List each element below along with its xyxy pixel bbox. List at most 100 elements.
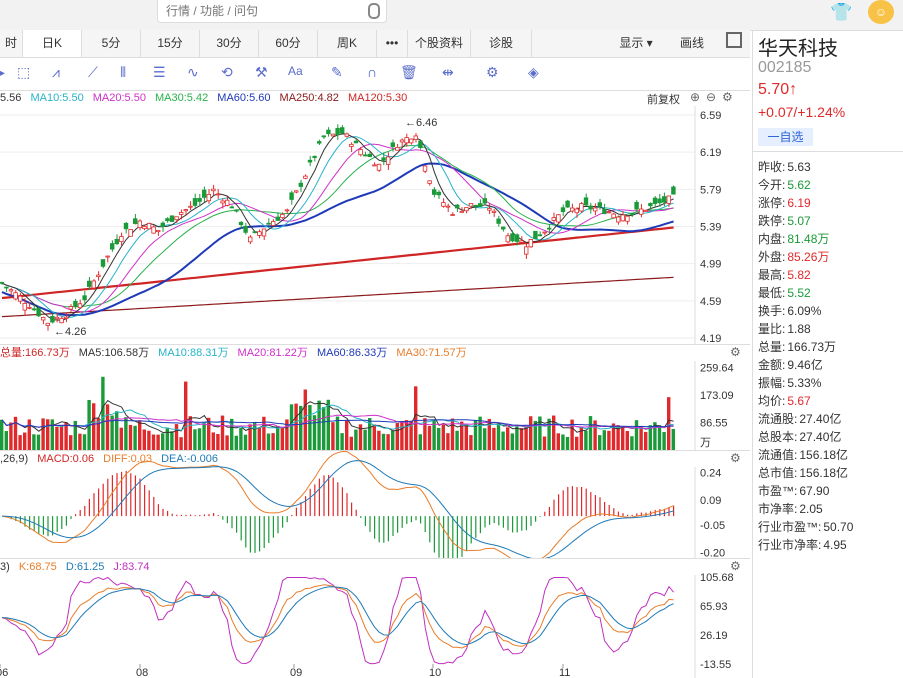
candle [284,209,290,212]
quote-value: 27.40亿 [799,430,842,444]
settings-icon[interactable]: ⚙ [486,64,499,81]
candle [344,133,349,137]
drawing-menu[interactable]: 画线 [664,30,720,57]
volume-chart[interactable]: 259.64 173.09 86.55 万 [0,345,750,450]
volume-bar [391,430,395,450]
rect-tool-icon[interactable]: ⬚ [17,64,30,81]
quote-label: 振幅: [758,376,786,390]
quote-row: 均价: 5.67 [758,392,811,409]
candle [68,306,73,310]
tab-8[interactable]: 个股资料 [408,30,471,57]
ma10-line [1,136,674,319]
kdj-chart[interactable]: 105.68 65.93 26.19 -13.55 06 08 09 10 11 [0,559,750,678]
pen-tool-icon[interactable]: ✎ [331,64,343,81]
candle [87,280,92,287]
cycle-tool-icon[interactable]: ⟲ [221,64,233,81]
candle [616,216,621,223]
volume-bar [565,436,570,450]
candle [188,205,193,208]
quote-row: 行业市净率: 4.95 [758,536,847,553]
macd-chart[interactable]: 0.24 0.09 -0.05 -0.20 [0,451,750,558]
trash-icon[interactable]: 🗑 [400,64,418,81]
quote-row: 市净率: 2.05 [758,500,823,517]
tab-5[interactable]: 60分 [259,30,318,57]
candle [330,133,336,137]
fib-tool-icon[interactable]: ☰ [153,64,166,81]
candle [657,198,662,204]
volume-bar [294,403,298,450]
volume-bar [381,433,386,450]
quote-row: 行业市盈™: 50.70 [758,518,853,535]
candle [303,175,308,179]
tab-6[interactable]: 周K [318,30,377,57]
candlestick-chart[interactable]: 6.59 6.19 5.79 5.39 4.99 4.59 4.19 ←6.46 ←4.26 [0,90,750,344]
volume-tick-label: 173.09 [700,390,734,402]
microphone-icon[interactable] [368,3,380,19]
magnet-icon[interactable]: ∩ [367,64,377,80]
add-watchlist-button[interactable]: 一自选 [758,128,813,146]
volume-bar [547,418,551,450]
tab-4[interactable]: 30分 [200,30,259,57]
candle [100,259,106,267]
ma5-line [1,133,674,321]
stock-name: 华天科技 [758,38,838,60]
volume-bar [529,416,533,450]
skin-icon[interactable]: 👕 [830,2,852,23]
tab-1[interactable]: 日K [23,30,82,57]
text-tool-icon[interactable]: Aa [288,64,303,78]
candle [404,137,409,144]
volume-bar [455,430,459,450]
candle [146,223,152,230]
search-input[interactable] [164,0,368,22]
volume-bar [128,424,133,450]
volume-bar [496,423,501,450]
avatar[interactable]: ☺ [868,0,894,24]
candle [275,216,280,221]
month-label: 10 [429,667,441,678]
candle [482,198,487,204]
channel-tool-icon[interactable]: ⦀ [120,64,126,81]
tab-9[interactable]: 诊股 [471,30,532,57]
cursor-icon[interactable]: ▸ [0,64,5,81]
panel-toggle-icon[interactable] [726,32,742,48]
volume-bar [13,416,18,450]
quote-label: 行业市净率: [758,538,822,552]
segment-tool-icon[interactable]: ⟋ [88,64,98,81]
wave-tool-icon[interactable]: ∿ [187,64,199,81]
display-menu[interactable]: 显示 ▾ [608,30,664,57]
tab-3[interactable]: 15分 [141,30,200,57]
quote-row: 昨收: 5.63 [758,158,811,175]
candle [422,165,428,172]
volume-bar [64,422,68,450]
quote-row: 涨停: 6.19 [758,194,811,211]
fan-tool-icon[interactable]: ⩘ [52,64,60,81]
volume-bar [216,434,220,450]
month-label: 06 [0,667,8,678]
candle [556,214,561,223]
candle [64,316,69,319]
candle [547,227,552,230]
gann-tool-icon[interactable]: ⚒ [255,64,268,81]
tab-2[interactable]: 5分 [82,30,141,57]
volume-bar [446,433,450,450]
quote-label: 总市值: [758,466,798,480]
volume-panel: 总量:166.73万 MA5:106.58万 MA10:88.31万 MA20:… [0,345,750,451]
volume-bar [625,431,629,450]
quote-value: 5.52 [787,286,811,300]
volume-bar [119,427,123,450]
tab-7[interactable]: ••• [377,30,408,57]
d-line [1,586,674,646]
layers-icon[interactable]: ◈ [528,64,539,81]
volume-bar [450,418,455,450]
volume-bar [662,432,666,450]
volume-bar [23,432,27,450]
volume-bar [124,417,128,450]
search-box[interactable] [157,0,387,23]
quote-row: 外盘: 85.26万 [758,248,829,265]
volume-bar [621,426,625,450]
tab-0[interactable]: 时 [0,30,23,57]
split-icon[interactable]: ⇹ [442,64,454,81]
volume-bar [418,434,422,450]
quote-value: 1.88 [787,322,811,336]
quote-label: 外盘: [758,250,786,264]
